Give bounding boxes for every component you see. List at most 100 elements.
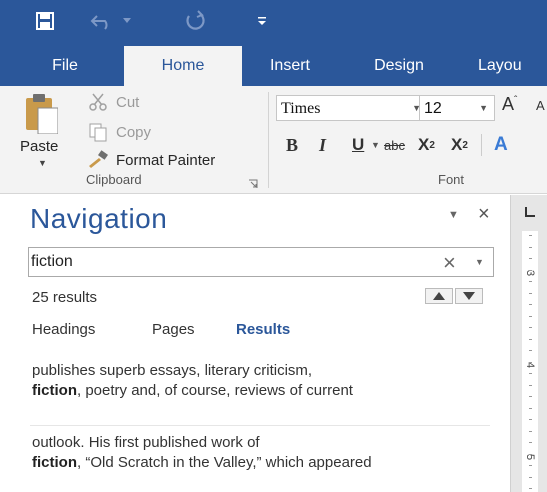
- underline-button[interactable]: U: [352, 132, 364, 158]
- ruler-tick: [529, 327, 532, 328]
- ruler-tick: [529, 373, 532, 374]
- format-painter-label: Format Painter: [116, 151, 216, 169]
- customize-qat-icon[interactable]: [254, 8, 270, 34]
- clipboard-group-label: Clipboard: [86, 172, 142, 187]
- format-painter-button[interactable]: Format Painter: [86, 148, 215, 172]
- font-group-label: Font: [438, 172, 465, 187]
- result-text-after: , poetry and, of course, reviews of curr…: [77, 382, 353, 399]
- search-value: fiction: [31, 253, 73, 270]
- ribbon-tabs: File Home Insert Design Layou: [0, 46, 547, 87]
- chevron-down-icon[interactable]: ▼: [38, 158, 47, 168]
- ribbon: Paste ▼ Cut Copy Format Painter Clipboar…: [0, 86, 547, 194]
- vertical-ruler[interactable]: 3 4 5: [522, 231, 538, 492]
- results-count: 25 results: [32, 289, 98, 306]
- chevron-down-icon[interactable]: ▼: [371, 132, 380, 158]
- strikethrough-button[interactable]: abc: [384, 132, 405, 158]
- close-icon[interactable]: ×: [478, 203, 490, 226]
- cut-label: Cut: [116, 93, 140, 111]
- copy-icon: [86, 121, 110, 143]
- paste-button[interactable]: Paste ▼: [8, 86, 66, 168]
- search-result[interactable]: publishes superb essays, literary critic…: [32, 361, 452, 401]
- quick-access-toolbar: [0, 0, 547, 46]
- redo-icon[interactable]: [180, 8, 210, 34]
- tab-pages[interactable]: Pages: [152, 321, 195, 338]
- result-text-after: , “Old Scratch in the Valley,” which app…: [77, 454, 372, 471]
- ruler-tick: [529, 269, 532, 271]
- ruler-tick: [529, 453, 532, 455]
- paste-label: Paste: [20, 138, 59, 155]
- ruler-label: 4: [524, 361, 536, 369]
- bold-button[interactable]: B: [286, 132, 298, 158]
- font-size-value: 12: [424, 100, 442, 117]
- result-match: fiction: [32, 382, 77, 399]
- chevron-down-icon[interactable]: ▼: [475, 257, 484, 267]
- dialog-launcher-icon[interactable]: [248, 176, 258, 188]
- result-divider: [30, 425, 490, 426]
- triangle-down-icon: [463, 292, 475, 300]
- search-input[interactable]: fiction × ▼: [28, 247, 494, 277]
- ruler-tick: [529, 246, 532, 248]
- format-painter-icon: [86, 149, 110, 171]
- italic-button[interactable]: I: [319, 132, 326, 158]
- save-icon[interactable]: [32, 8, 58, 34]
- paste-icon: [26, 94, 58, 134]
- ruler-tick: [529, 384, 532, 386]
- group-separator: [268, 92, 269, 188]
- pane-options-icon[interactable]: ▼: [448, 209, 459, 221]
- undo-icon[interactable]: [88, 8, 116, 34]
- copy-label: Copy: [116, 123, 152, 141]
- subscript-button[interactable]: X2: [418, 132, 435, 158]
- font-name-select[interactable]: Times ▼: [276, 95, 428, 121]
- ruler-tick: [529, 281, 532, 282]
- navigation-title: Navigation: [30, 203, 168, 234]
- clear-search-icon[interactable]: ×: [443, 250, 456, 276]
- ruler-tick: [529, 442, 532, 443]
- ruler-tick: [529, 338, 532, 340]
- ruler-tick: [529, 419, 532, 420]
- format-separator: [481, 134, 482, 156]
- ruler-tick: [529, 350, 532, 351]
- shrink-font-button[interactable]: A: [536, 98, 545, 113]
- result-text-before: publishes superb essays, literary critic…: [32, 362, 313, 379]
- ruler-tick: [529, 476, 532, 478]
- ruler-area: 3 4 5: [510, 195, 547, 492]
- superscript-button[interactable]: X2: [451, 132, 468, 158]
- result-text-before: outlook. His first published work of: [32, 434, 260, 451]
- ruler-tick: [529, 292, 532, 294]
- tab-headings[interactable]: Headings: [32, 321, 95, 338]
- ruler-tick: [529, 361, 532, 363]
- ruler-tick: [529, 407, 532, 409]
- search-result[interactable]: outlook. His first published work of fic…: [32, 433, 452, 473]
- ruler-tick: [529, 304, 532, 305]
- font-size-select[interactable]: 12 ▼: [419, 95, 495, 121]
- next-result-button[interactable]: [455, 288, 483, 304]
- previous-result-button[interactable]: [425, 288, 453, 304]
- ruler-tick: [529, 258, 532, 259]
- ruler-tick: [529, 235, 532, 236]
- cut-button[interactable]: Cut: [86, 90, 139, 114]
- tab-design[interactable]: Design: [356, 46, 442, 86]
- ruler-tick: [529, 488, 532, 489]
- ruler-tick: [529, 465, 532, 466]
- copy-button[interactable]: Copy: [86, 120, 151, 144]
- tab-layout[interactable]: Layou: [478, 46, 547, 86]
- triangle-up-icon: [433, 292, 445, 300]
- ruler-tick: [529, 315, 532, 317]
- chevron-down-icon[interactable]: ▼: [479, 103, 488, 113]
- tab-results[interactable]: Results: [236, 321, 290, 338]
- ruler-label: 3: [524, 269, 536, 277]
- navigation-pane: Navigation ▼ × fiction × ▼ 25 results He…: [0, 195, 510, 492]
- text-effects-button[interactable]: A: [494, 132, 508, 158]
- ruler-label: 5: [524, 453, 536, 461]
- tab-selector-icon[interactable]: [524, 205, 536, 217]
- grow-font-button[interactable]: Aˆ: [502, 94, 517, 115]
- scissors-icon: [86, 91, 110, 113]
- tab-insert[interactable]: Insert: [256, 46, 324, 86]
- font-name-value: Times: [281, 100, 321, 117]
- tab-file[interactable]: File: [34, 46, 96, 86]
- ruler-tick: [529, 396, 532, 397]
- ruler-tick: [529, 430, 532, 432]
- tab-home[interactable]: Home: [124, 46, 242, 87]
- result-match: fiction: [32, 454, 77, 471]
- undo-dropdown-icon[interactable]: [120, 8, 134, 34]
